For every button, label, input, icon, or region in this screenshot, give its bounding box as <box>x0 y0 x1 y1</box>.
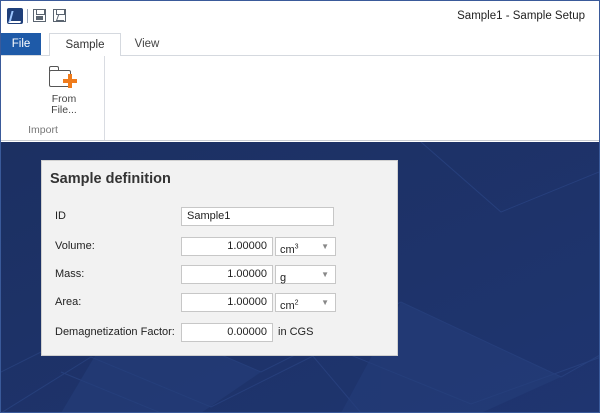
save-as-icon[interactable] <box>53 9 66 22</box>
window-title: Sample1 - Sample Setup <box>457 10 585 22</box>
volume-label: Volume: <box>55 240 95 252</box>
tab-file[interactable]: File <box>1 33 41 55</box>
id-input[interactable]: Sample1 <box>181 207 334 226</box>
panel-title: Sample definition <box>50 171 171 187</box>
chevron-down-icon: ▼ <box>321 242 329 251</box>
sample-definition-panel: Sample definition ID Sample1 Volume: 1.0… <box>41 160 398 356</box>
app-window: Sample1 - Sample Setup File Sample View … <box>0 0 600 413</box>
area-unit: cm2 <box>280 299 299 312</box>
demag-unit-label: in CGS <box>278 326 314 338</box>
area-unit-select[interactable]: cm2 ▼ <box>275 293 336 312</box>
title-bar: Sample1 - Sample Setup <box>1 1 599 31</box>
mass-unit-select[interactable]: g ▼ <box>275 265 336 284</box>
from-file-button[interactable]: From File... <box>43 62 85 120</box>
tab-sample[interactable]: Sample <box>49 33 121 56</box>
title-separator <box>27 9 28 23</box>
area-label: Area: <box>55 296 82 308</box>
chevron-down-icon: ▼ <box>321 298 329 307</box>
save-icon[interactable] <box>33 9 46 22</box>
folder-add-icon <box>49 64 77 90</box>
mass-input[interactable]: 1.00000 <box>181 265 273 284</box>
mass-label: Mass: <box>55 268 85 280</box>
area-input[interactable]: 1.00000 <box>181 293 273 312</box>
ribbon-body: From File... Import <box>1 55 599 141</box>
volume-unit-select[interactable]: cm3 ▼ <box>275 237 336 256</box>
id-label: ID <box>55 210 66 222</box>
demag-label: Demagnetization Factor: <box>55 326 175 338</box>
volume-unit: cm3 <box>280 243 299 256</box>
workspace: Sample definition ID Sample1 Volume: 1.0… <box>1 142 599 412</box>
chevron-down-icon: ▼ <box>321 270 329 279</box>
demag-input[interactable]: 0.00000 <box>181 323 273 342</box>
mass-unit: g <box>280 271 287 284</box>
ribbon-tabs: File Sample View <box>1 33 599 56</box>
app-icon[interactable] <box>7 8 23 24</box>
from-file-label: From File... <box>51 93 77 116</box>
volume-input[interactable]: 1.00000 <box>181 237 273 256</box>
group-label-import: Import <box>28 124 58 136</box>
ribbon-group-import: From File... Import <box>7 56 105 140</box>
tab-view[interactable]: View <box>121 33 173 55</box>
